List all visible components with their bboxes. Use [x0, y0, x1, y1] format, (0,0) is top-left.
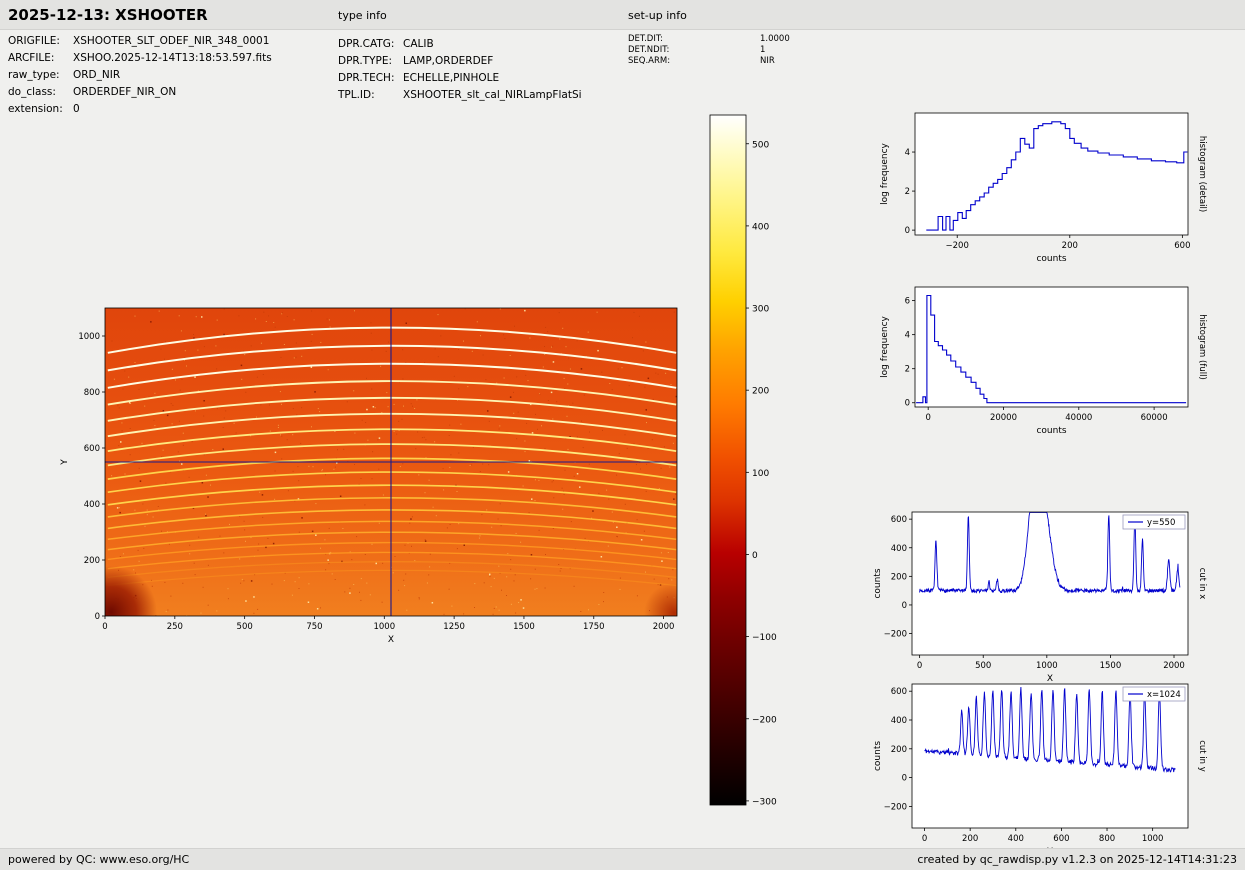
svg-text:2000: 2000 [1163, 661, 1185, 671]
svg-text:log frequency: log frequency [880, 315, 890, 377]
svg-text:400: 400 [752, 222, 769, 232]
svg-text:−200: −200 [884, 802, 907, 812]
svg-text:1000: 1000 [78, 332, 100, 342]
svg-text:histogram (detail): histogram (detail) [1197, 136, 1207, 212]
svg-text:−200: −200 [752, 715, 777, 725]
cut-x-plot: 0 500 1000 1500 2000 −200 0 200 400 600 Xcounts cut… [873, 512, 1207, 684]
figure-canvas: 0250500750100012501500175020000200400600… [0, 0, 1245, 870]
svg-text:200: 200 [891, 572, 907, 582]
svg-text:X: X [388, 635, 394, 645]
svg-text:0: 0 [902, 774, 907, 784]
svg-text:2000: 2000 [653, 622, 675, 632]
svg-text:0: 0 [102, 622, 107, 632]
svg-text:counts: counts [873, 741, 883, 771]
svg-text:500: 500 [237, 622, 253, 632]
svg-text:0: 0 [752, 551, 758, 561]
svg-text:cut in x: cut in x [1197, 568, 1207, 600]
svg-text:1250: 1250 [443, 622, 465, 632]
svg-text:4: 4 [905, 148, 910, 158]
svg-text:250: 250 [167, 622, 183, 632]
svg-text:counts: counts [873, 568, 883, 598]
svg-text:40000: 40000 [1065, 413, 1092, 423]
svg-text:400: 400 [1008, 834, 1024, 844]
detector-image [65, 308, 704, 658]
cut-y-plot: 02004006008001000−2000200400600Ycountscu… [873, 684, 1207, 857]
histogram-full-plot: 0 20000 40000 60000 0 2 4 6 counts log frequency h… [880, 287, 1207, 436]
svg-text:200: 200 [962, 834, 978, 844]
svg-text:60000: 60000 [1141, 413, 1168, 423]
svg-text:cut in y: cut in y [1197, 740, 1207, 772]
svg-text:200: 200 [84, 556, 100, 566]
svg-text:4: 4 [905, 331, 910, 341]
svg-text:600: 600 [891, 515, 907, 525]
svg-text:400: 400 [891, 716, 907, 726]
svg-text:Y: Y [60, 459, 70, 466]
svg-text:800: 800 [84, 388, 100, 398]
svg-text:log frequency: log frequency [880, 142, 890, 204]
svg-text:20000: 20000 [990, 413, 1017, 423]
svg-text:800: 800 [1099, 834, 1115, 844]
svg-text:1500: 1500 [1100, 661, 1122, 671]
footer-right-text: created by qc_rawdisp.py v1.2.3 on 2025-… [917, 853, 1237, 866]
svg-text:400: 400 [84, 500, 100, 510]
svg-text:300: 300 [752, 305, 769, 315]
colorbar: 500 400 300 200 100 0 −100 −200 −300 [710, 115, 777, 807]
svg-text:−200: −200 [946, 241, 969, 251]
svg-text:2: 2 [905, 365, 910, 375]
svg-text:0: 0 [922, 834, 927, 844]
svg-text:500: 500 [752, 140, 769, 150]
svg-text:x=1024: x=1024 [1147, 690, 1181, 700]
footer-left-text: powered by QC: www.eso.org/HC [8, 853, 189, 866]
svg-text:X: X [1047, 674, 1053, 684]
svg-text:600: 600 [1174, 241, 1190, 251]
svg-text:1000: 1000 [373, 622, 395, 632]
svg-text:6: 6 [905, 297, 910, 307]
svg-text:0: 0 [925, 413, 930, 423]
svg-text:1500: 1500 [513, 622, 535, 632]
svg-text:2: 2 [905, 187, 910, 197]
svg-text:500: 500 [975, 661, 991, 671]
histogram-detail-plot: −200 200 600 0 2 4 counts log frequency histogra… [880, 113, 1207, 264]
qc-report-page: 2025-12-13: XSHOOTER type info set-up in… [0, 0, 1245, 870]
detector-image-plot: 0 250 500 750 1000 1250 1500 1750 2000 0 200 400 600… [60, 308, 704, 658]
svg-text:100: 100 [752, 469, 769, 479]
svg-text:200: 200 [752, 387, 769, 397]
svg-text:0: 0 [917, 661, 922, 671]
svg-text:1000: 1000 [1142, 834, 1164, 844]
svg-text:200: 200 [1062, 241, 1078, 251]
svg-text:−300: −300 [752, 797, 777, 807]
svg-text:600: 600 [84, 444, 100, 454]
svg-text:600: 600 [1053, 834, 1069, 844]
svg-text:counts: counts [1036, 254, 1066, 264]
footer-bar: powered by QC: www.eso.org/HC created by… [0, 848, 1245, 870]
svg-text:0: 0 [902, 601, 907, 611]
svg-text:200: 200 [891, 745, 907, 755]
svg-text:750: 750 [306, 622, 322, 632]
svg-text:counts: counts [1036, 426, 1066, 436]
svg-text:1000: 1000 [1036, 661, 1058, 671]
svg-text:0: 0 [95, 612, 100, 622]
svg-text:−100: −100 [752, 633, 777, 643]
svg-text:0: 0 [905, 226, 910, 236]
svg-text:y=550: y=550 [1147, 518, 1175, 528]
svg-text:400: 400 [891, 544, 907, 554]
svg-text:−200: −200 [884, 630, 907, 640]
svg-text:600: 600 [891, 687, 907, 697]
svg-text:1750: 1750 [583, 622, 605, 632]
svg-text:histogram (full): histogram (full) [1197, 314, 1207, 380]
svg-text:0: 0 [905, 399, 910, 409]
